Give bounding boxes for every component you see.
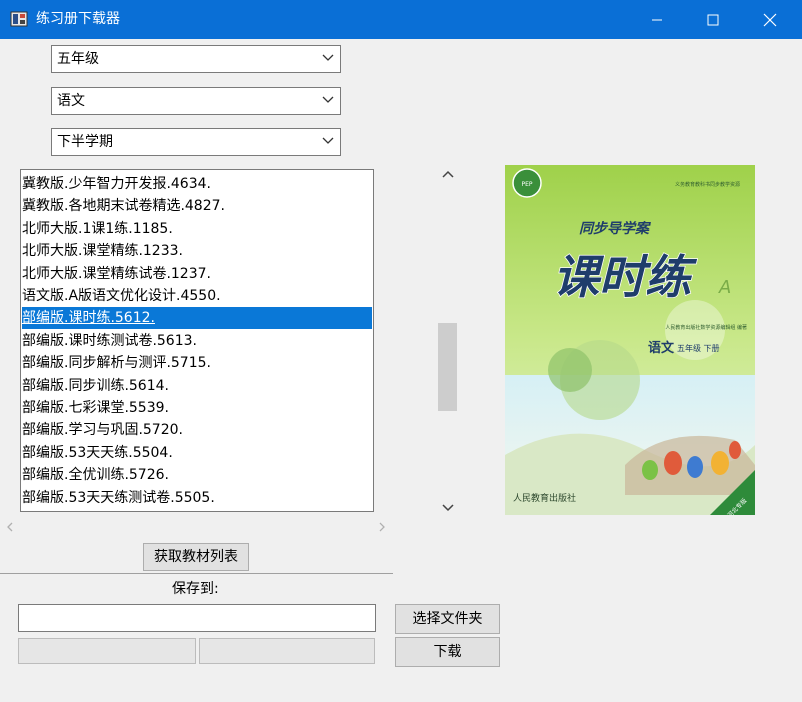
subject-select-value: 语文 <box>57 93 85 109</box>
list-item[interactable]: 部编版.课时练测试卷.5613. <box>22 330 372 352</box>
list-item[interactable]: 部编版.53天天练.5504. <box>22 442 372 464</box>
progress-bar-right <box>199 638 375 664</box>
svg-text:PEP: PEP <box>521 181 532 188</box>
vertical-scrollbar[interactable] <box>437 165 459 518</box>
app-icon <box>10 11 28 27</box>
grade-select[interactable]: 五年级 <box>51 45 341 73</box>
cover-editor-text: 人民教育出版社数学资源编辑组 编著 <box>665 324 747 331</box>
progress-bar-left <box>18 638 196 664</box>
save-label: 保存到: <box>172 581 219 597</box>
book-list[interactable]: 冀教版.少年智力开发报.4634. 冀教版.各地期末试卷精选.4827. 北师大… <box>20 169 374 512</box>
save-path-value <box>19 610 23 626</box>
horizontal-scrollbar[interactable] <box>0 518 393 536</box>
list-item[interactable]: 部编版.53天天练测试卷.5505. <box>22 487 372 509</box>
get-list-button[interactable]: 获取教材列表 <box>143 543 249 571</box>
list-item[interactable]: 部编版.同步解析与测评.5715. <box>22 352 372 374</box>
term-select-value: 下半学期 <box>57 134 113 150</box>
chevron-down-icon[interactable] <box>442 504 454 512</box>
cover-brand-text: 同步导学案 <box>579 220 651 237</box>
list-item-selected[interactable]: 部编版.课时练.5612. <box>22 307 372 329</box>
chevron-right-icon[interactable] <box>378 522 386 532</box>
minimize-button[interactable] <box>634 0 680 39</box>
chevron-up-icon[interactable] <box>442 170 454 178</box>
cover-letter-text: A <box>718 277 731 298</box>
maximize-icon <box>707 14 719 25</box>
cover-title-text: 课时练 <box>553 250 698 304</box>
cover-subject-text: 语文 <box>648 340 675 356</box>
chevron-left-icon[interactable] <box>6 522 14 532</box>
close-button[interactable] <box>747 0 793 39</box>
title-bar: 练习册下载器 <box>0 0 802 39</box>
list-item[interactable]: 北师大版.1课1练.1185. <box>22 218 372 240</box>
subject-select[interactable]: 语文 <box>51 87 341 115</box>
divider <box>0 573 393 574</box>
list-item[interactable]: 北师大版.课堂精练试卷.1237. <box>22 263 372 285</box>
cover-preview: PEP 义务教育教科书同步教学资源 同步导学案 课时练 A 人民教育出版社数学资… <box>505 165 755 515</box>
cover-series-text: 义务教育教科书同步教学资源 <box>675 181 740 188</box>
scroll-thumb[interactable] <box>438 323 457 411</box>
cover-publisher-text: 人民教育出版社 <box>513 492 576 504</box>
book-cover-image: PEP 义务教育教科书同步教学资源 同步导学案 课时练 A 人民教育出版社数学资… <box>505 165 755 515</box>
maximize-button[interactable] <box>690 0 736 39</box>
list-item[interactable]: 冀教版.少年智力开发报.4634. <box>22 173 372 195</box>
minimize-icon <box>652 19 662 20</box>
list-item[interactable]: 北师大版.课堂精练.1233. <box>22 240 372 262</box>
close-icon <box>763 13 777 26</box>
cover-grade-text: 五年级 下册 <box>677 343 720 353</box>
list-item[interactable]: 部编版.七彩课堂.5539. <box>22 397 372 419</box>
chevron-down-icon <box>322 54 334 61</box>
list-item[interactable]: 部编版.同步训练.5614. <box>22 375 372 397</box>
list-item[interactable]: 冀教版.各地期末试卷精选.4827. <box>22 195 372 217</box>
chevron-down-icon <box>322 137 334 144</box>
choose-folder-button[interactable]: 选择文件夹 <box>395 604 500 634</box>
list-item[interactable]: 语文版.A版语文优化设计.4550. <box>22 285 372 307</box>
list-item[interactable]: 部编版.学习与巩固.5720. <box>22 419 372 441</box>
save-path-input[interactable] <box>18 604 376 632</box>
term-select[interactable]: 下半学期 <box>51 128 341 156</box>
download-button[interactable]: 下载 <box>395 637 500 667</box>
window-title: 练习册下载器 <box>36 11 120 27</box>
chevron-down-icon <box>322 96 334 103</box>
list-item[interactable]: 部编版.全优训练.5726. <box>22 464 372 486</box>
grade-select-value: 五年级 <box>57 51 99 67</box>
